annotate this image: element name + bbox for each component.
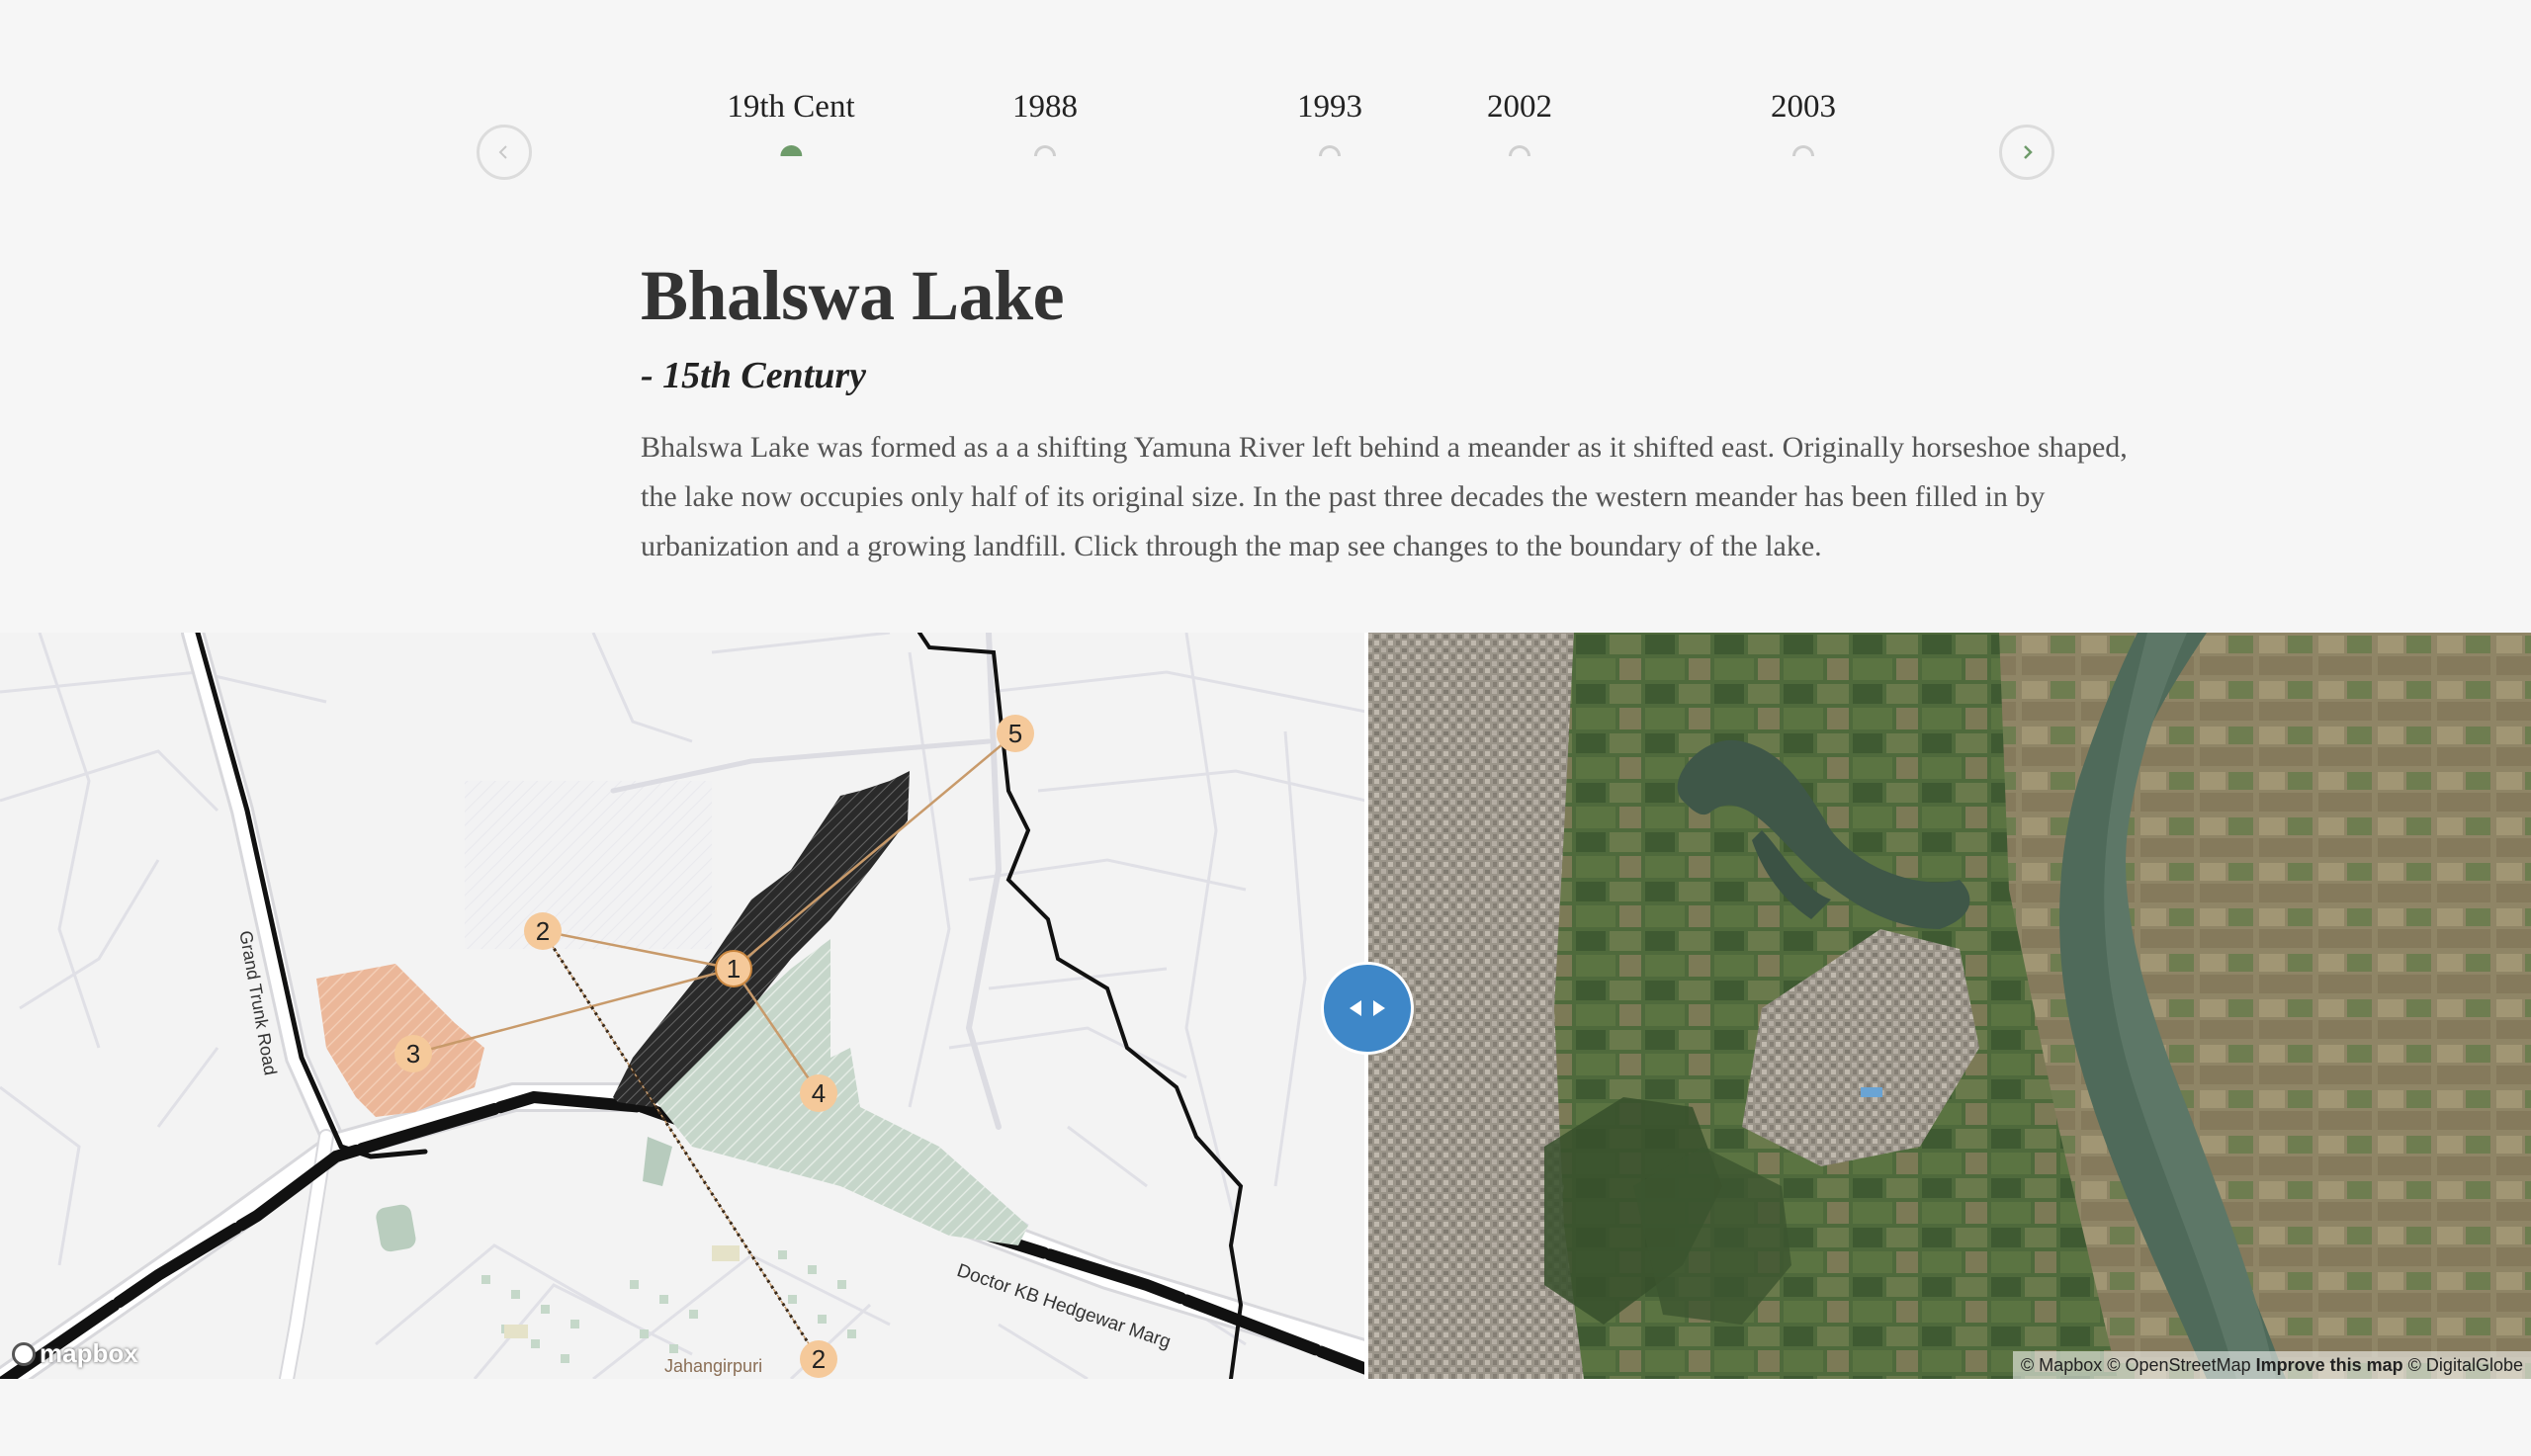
timeline-marker [1509, 145, 1530, 156]
timeline-item-label: 1988 [1012, 89, 1078, 125]
timeline-marker [1319, 145, 1341, 156]
map-marker-1[interactable]: 1 [715, 950, 752, 987]
mapbox-logo-text: mapbox [40, 1338, 138, 1368]
timeline-marker [1792, 145, 1814, 156]
timeline-item-1988[interactable]: 1988 [1012, 91, 1078, 156]
timeline-prev-button[interactable] [477, 125, 532, 180]
mapbox-logo[interactable]: mapbox [12, 1338, 138, 1369]
timeline-item-label: 1993 [1297, 89, 1362, 125]
timeline-next-button[interactable] [1999, 125, 2054, 180]
map-marker-2-south[interactable]: 2 [800, 1340, 837, 1378]
timeline-item-label: 2002 [1487, 89, 1552, 125]
page-title: Bhalswa Lake [641, 256, 1065, 335]
chevron-left-icon [498, 145, 507, 159]
attribution-mapbox-link[interactable]: © Mapbox [2021, 1355, 2102, 1375]
attribution-digitalglobe-link[interactable]: © DigitalGlobe [2408, 1355, 2523, 1375]
satellite-imagery [1366, 633, 2531, 1379]
page-subtitle: - 15th Century [641, 355, 867, 396]
compare-slider-handle[interactable] [1321, 962, 1414, 1055]
attribution-osm-link[interactable]: © OpenStreetMap [2107, 1355, 2250, 1375]
description-text: Bhalswa Lake was formed as a a shifting … [641, 431, 2128, 562]
timeline-item-label: 2003 [1771, 89, 1836, 125]
chevron-right-icon [2024, 145, 2033, 159]
timeline-item-2003[interactable]: 2003 [1771, 91, 1836, 156]
timeline-item-19th-cent[interactable]: 19th Cent [727, 89, 855, 156]
timeline-item-1993[interactable]: 1993 [1297, 91, 1362, 156]
map-compare[interactable]: 1 2 3 4 5 2 Grand Trunk Road Doctor KB H… [0, 633, 2531, 1379]
mapbox-icon [12, 1341, 36, 1366]
timeline-marker [780, 145, 802, 156]
street-map-graphic [0, 633, 1366, 1379]
satellite-map[interactable]: © Mapbox © OpenStreetMap Improve this ma… [1366, 633, 2531, 1379]
vector-map[interactable]: 1 2 3 4 5 2 Grand Trunk Road Doctor KB H… [0, 633, 1366, 1379]
timeline: 19th Cent 1988 1993 2002 2003 [0, 0, 2531, 198]
map-marker-5[interactable]: 5 [997, 715, 1034, 752]
timeline-item-2002[interactable]: 2002 [1487, 91, 1552, 156]
timeline-marker [1034, 145, 1056, 156]
map-attribution: © Mapbox © OpenStreetMap Improve this ma… [2012, 1351, 2531, 1379]
map-marker-3[interactable]: 3 [394, 1035, 432, 1072]
place-label-jahangirpuri: Jahangirpuri [664, 1356, 763, 1376]
arrows-horizontal-icon [1350, 1000, 1385, 1016]
timeline-item-label: 19th Cent [727, 89, 855, 125]
map-marker-2[interactable]: 2 [524, 912, 562, 950]
map-marker-4[interactable]: 4 [800, 1074, 837, 1112]
improve-map-link[interactable]: Improve this map [2256, 1355, 2403, 1375]
